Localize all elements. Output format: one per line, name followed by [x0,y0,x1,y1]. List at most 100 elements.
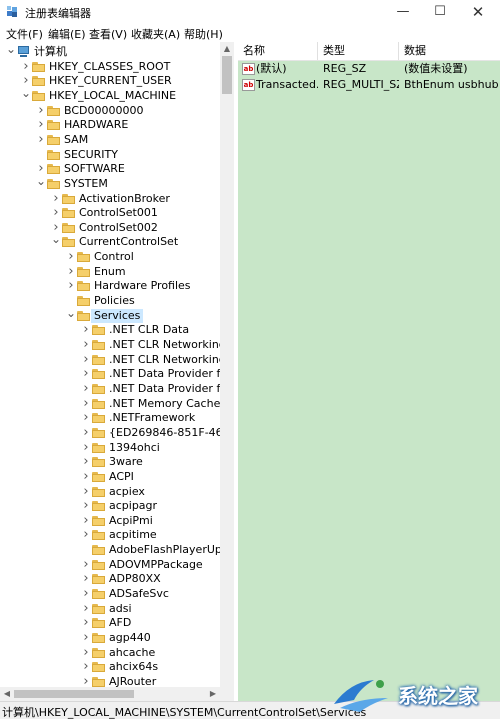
expanded-arrow-icon[interactable]: ⌄ [36,174,46,188]
registry-tree[interactable]: ⌄ 计算机 › HKEY_CLASSES_ROOT › HKEY_CURRENT_USER… [0,42,220,701]
tree-node[interactable]: ⌄ HKEY_LOCAL_MACHINE [0,86,220,103]
menu-file[interactable]: 文件(F) [6,26,43,42]
tree-vertical-scrollbar[interactable]: ▲ [220,42,234,701]
tree-node[interactable]: › ControlSet001 [0,206,220,220]
collapsed-arrow-icon[interactable]: › [81,499,91,513]
collapsed-arrow-icon[interactable]: › [81,381,91,396]
collapsed-arrow-icon[interactable]: › [81,572,91,586]
tree-node[interactable]: › adsi [0,601,220,616]
expanded-arrow-icon[interactable]: ⌄ [6,42,16,56]
collapsed-arrow-icon[interactable]: › [81,513,91,528]
collapsed-arrow-icon[interactable]: › [81,338,91,352]
collapsed-arrow-icon[interactable]: › [81,323,91,337]
scroll-left-arrow-icon[interactable]: ◀ [0,687,14,701]
collapsed-arrow-icon[interactable]: › [51,206,61,220]
tree-node[interactable]: › BCD00000000 [0,103,220,118]
tree-node[interactable]: › .NETFramework [0,411,220,425]
tree-node[interactable]: › SOFTWARE [0,162,220,176]
tree-node[interactable]: › ADSafeSvc [0,587,220,601]
tree-node[interactable]: › .NET CLR Data [0,323,220,337]
tree-node[interactable]: › ControlSet002 [0,220,220,235]
tree-node[interactable]: › Control [0,250,220,264]
tree-node[interactable]: › AFD [0,616,220,630]
tree-node[interactable]: › 1394ohci [0,440,220,455]
scroll-thumb[interactable] [222,56,232,94]
collapsed-arrow-icon[interactable]: › [66,250,76,264]
collapsed-arrow-icon[interactable]: › [81,396,91,411]
tree-node[interactable]: › ADOVMPPackage [0,557,220,572]
tree-node[interactable]: › {ED269846-851F-462b [0,425,220,440]
collapsed-arrow-icon[interactable]: › [81,367,91,381]
tree-node[interactable]: › .NET Memory Cache 4 [0,396,220,411]
tree-node[interactable]: ⌄ Services [0,306,220,323]
expanded-arrow-icon[interactable]: ⌄ [66,306,76,320]
expanded-arrow-icon[interactable]: ⌄ [51,232,61,246]
collapsed-arrow-icon[interactable]: › [66,279,76,293]
tree-node[interactable]: › Hardware Profiles [0,279,220,293]
collapsed-arrow-icon[interactable]: › [36,132,46,147]
collapsed-arrow-icon[interactable]: › [81,352,91,367]
values-pane[interactable]: 名称 类型 数据 ab (默认) REG_SZ (数值未设置) ab Trans… [238,42,500,701]
menu-favorites[interactable]: 收藏夹(A) [131,26,180,42]
expanded-arrow-icon[interactable]: ⌄ [21,86,31,100]
collapsed-arrow-icon[interactable]: › [81,455,91,469]
collapsed-arrow-icon[interactable]: › [66,264,76,279]
collapsed-arrow-icon[interactable]: › [21,59,31,74]
tree-node[interactable]: ⌄ CurrentControlSet [0,232,220,249]
column-header-type[interactable]: 类型 [318,42,399,60]
collapsed-arrow-icon[interactable]: › [81,660,91,674]
tree-node[interactable]: › agp440 [0,631,220,645]
tree-node[interactable]: › acpiex [0,484,220,499]
tree-node[interactable]: › Enum [0,264,220,279]
tree-node[interactable]: › .NET Data Provider for [0,367,220,381]
tree-node[interactable]: › ahcix64s [0,660,220,674]
collapsed-arrow-icon[interactable]: › [81,645,91,660]
value-row[interactable]: ab (默认) REG_SZ (数值未设置) [238,61,500,77]
tree-node[interactable]: › .NET CLR Networking 4 [0,352,220,367]
minimize-button[interactable]: — [388,2,418,22]
collapsed-arrow-icon[interactable]: › [81,601,91,616]
tree-node[interactable]: › ActivationBroker [0,191,220,206]
collapsed-arrow-icon[interactable]: › [81,440,91,455]
collapsed-arrow-icon[interactable]: › [36,103,46,118]
tree-node[interactable]: Policies [0,294,220,308]
tree-node[interactable]: › HARDWARE [0,118,220,132]
tree-node[interactable]: › SAM [0,132,220,147]
collapsed-arrow-icon[interactable]: › [81,557,91,572]
tree-node[interactable]: › HKEY_CURRENT_USER [0,74,220,88]
tree-node[interactable]: › ACPI [0,469,220,484]
collapsed-arrow-icon[interactable]: › [51,191,61,206]
value-row[interactable]: ab Transacted... REG_MULTI_SZ BthEnum us… [238,77,500,93]
collapsed-arrow-icon[interactable]: › [81,528,91,542]
menu-edit[interactable]: 编辑(E) [48,26,86,42]
collapsed-arrow-icon[interactable]: › [81,616,91,630]
scroll-right-arrow-icon[interactable]: ▶ [206,687,220,701]
tree-node[interactable]: › ahcache [0,645,220,660]
tree-node[interactable]: ⌄ SYSTEM [0,174,220,191]
tree-node[interactable]: › ADP80XX [0,572,220,586]
tree-node[interactable]: › 3ware [0,455,220,469]
tree-node[interactable]: › .NET CLR Networking [0,338,220,352]
column-header-name[interactable]: 名称 [238,42,318,60]
menu-help[interactable]: 帮助(H) [184,26,223,42]
collapsed-arrow-icon[interactable]: › [81,469,91,484]
maximize-button[interactable]: ☐ [425,2,455,22]
tree-node[interactable]: › acpipagr [0,499,220,513]
tree-horizontal-scrollbar[interactable]: ◀ ▶ [0,687,234,701]
tree-node[interactable]: ⌄ 计算机 [0,42,220,59]
tree-node[interactable]: › AcpiPmi [0,513,220,528]
collapsed-arrow-icon[interactable]: › [81,587,91,601]
hscroll-thumb[interactable] [14,690,134,698]
collapsed-arrow-icon[interactable]: › [81,411,91,425]
collapsed-arrow-icon[interactable]: › [81,484,91,499]
column-header-data[interactable]: 数据 [399,42,500,60]
tree-node[interactable]: AdobeFlashPlayerUpd [0,543,220,557]
menu-view[interactable]: 查看(V) [89,26,127,42]
tree-node[interactable]: SECURITY [0,148,220,162]
collapsed-arrow-icon[interactable]: › [81,631,91,645]
close-button[interactable]: ✕ [463,2,493,22]
collapsed-arrow-icon[interactable]: › [36,118,46,132]
tree-node[interactable]: › acpitime [0,528,220,542]
tree-node[interactable]: › HKEY_CLASSES_ROOT [0,59,220,74]
tree-node[interactable]: › .NET Data Provider for [0,381,220,396]
